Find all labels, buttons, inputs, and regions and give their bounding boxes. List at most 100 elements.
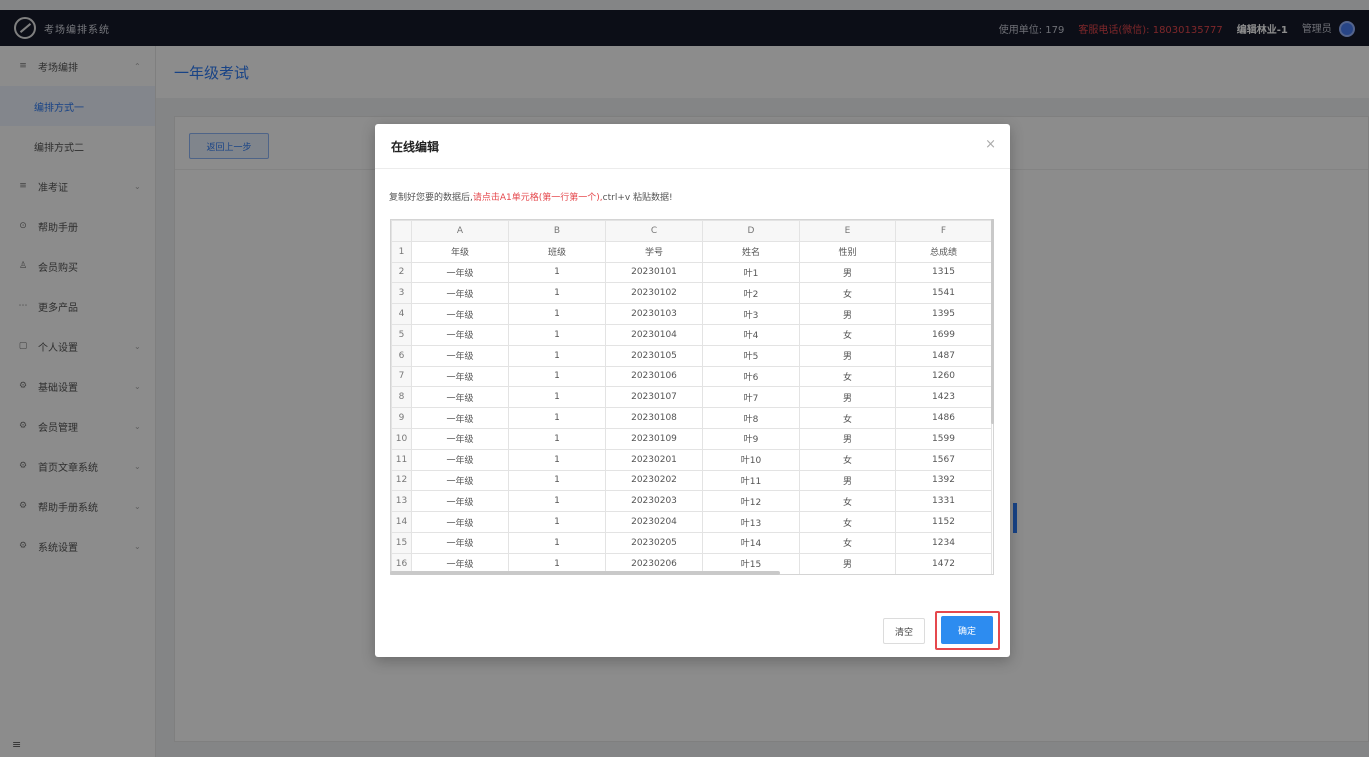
table-cell[interactable]: 1395: [895, 303, 992, 325]
table-cell[interactable]: 一年级: [411, 448, 509, 471]
table-cell[interactable]: 女: [799, 490, 896, 513]
spreadsheet[interactable]: A B C D E F 1 年级 班级 学号 姓名 性别 总成绩 2 一年级 1 20230101 叶1 男 1315…: [390, 219, 994, 575]
table-cell[interactable]: 1: [508, 531, 606, 554]
table-cell[interactable]: 20230106: [605, 365, 703, 388]
row-header[interactable]: 3: [391, 282, 412, 305]
table-cell[interactable]: 1423: [895, 386, 992, 409]
table-cell[interactable]: 1: [508, 490, 606, 513]
table-cell[interactable]: 叶13: [702, 511, 800, 533]
table-cell[interactable]: 20230109: [605, 427, 703, 450]
corner-cell[interactable]: [391, 220, 412, 242]
table-cell[interactable]: 20230204: [605, 511, 703, 533]
column-header[interactable]: B: [508, 220, 606, 242]
table-cell[interactable]: 一年级: [411, 531, 509, 554]
table-cell[interactable]: 男: [799, 469, 896, 492]
table-cell[interactable]: 1: [508, 511, 606, 533]
table-cell[interactable]: 1541: [895, 282, 992, 305]
table-cell[interactable]: 男: [799, 427, 896, 450]
table-cell[interactable]: 女: [799, 407, 896, 429]
table-cell[interactable]: 一年级: [411, 261, 509, 284]
table-cell[interactable]: 年级: [411, 240, 509, 263]
table-cell[interactable]: 1: [508, 448, 606, 471]
column-header[interactable]: A: [411, 220, 509, 242]
table-cell[interactable]: 叶12: [702, 490, 800, 513]
table-cell[interactable]: 1: [508, 282, 606, 305]
table-cell[interactable]: 总成绩: [895, 240, 992, 263]
table-cell[interactable]: 1: [508, 386, 606, 409]
table-cell[interactable]: 叶9: [702, 427, 800, 450]
row-header[interactable]: 12: [391, 469, 412, 492]
column-header[interactable]: D: [702, 220, 800, 242]
row-header[interactable]: 10: [391, 427, 412, 450]
row-header[interactable]: 7: [391, 365, 412, 388]
table-cell[interactable]: 1: [508, 365, 606, 388]
table-cell[interactable]: 男: [799, 303, 896, 325]
table-cell[interactable]: 20230201: [605, 448, 703, 471]
table-cell[interactable]: 叶5: [702, 344, 800, 367]
table-cell[interactable]: 1315: [895, 261, 992, 284]
table-cell[interactable]: 20230205: [605, 531, 703, 554]
table-cell[interactable]: 叶10: [702, 448, 800, 471]
table-cell[interactable]: 一年级: [411, 344, 509, 367]
table-cell[interactable]: 男: [799, 386, 896, 409]
table-cell[interactable]: 叶6: [702, 365, 800, 388]
table-cell[interactable]: 一年级: [411, 282, 509, 305]
row-header[interactable]: 14: [391, 511, 412, 533]
row-header[interactable]: 11: [391, 448, 412, 471]
table-cell[interactable]: 叶3: [702, 303, 800, 325]
table-cell[interactable]: 一年级: [411, 386, 509, 409]
row-header[interactable]: 8: [391, 386, 412, 409]
table-cell[interactable]: 1: [508, 323, 606, 346]
table-cell[interactable]: 1392: [895, 469, 992, 492]
table-cell[interactable]: 一年级: [411, 490, 509, 513]
table-cell[interactable]: 一年级: [411, 303, 509, 325]
table-cell[interactable]: 一年级: [411, 427, 509, 450]
table-cell[interactable]: 男: [799, 344, 896, 367]
table-cell[interactable]: 学号: [605, 240, 703, 263]
table-cell[interactable]: 女: [799, 448, 896, 471]
table-cell[interactable]: 1331: [895, 490, 992, 513]
confirm-button[interactable]: 确定: [941, 616, 993, 644]
table-cell[interactable]: 叶11: [702, 469, 800, 492]
table-cell[interactable]: 1486: [895, 407, 992, 429]
table-cell[interactable]: 女: [799, 511, 896, 533]
table-cell[interactable]: 20230203: [605, 490, 703, 513]
table-cell[interactable]: 男: [799, 261, 896, 284]
table-cell[interactable]: 姓名: [702, 240, 800, 263]
table-cell[interactable]: 一年级: [411, 323, 509, 346]
table-cell[interactable]: 1699: [895, 323, 992, 346]
table-cell[interactable]: 叶7: [702, 386, 800, 409]
row-header[interactable]: 5: [391, 323, 412, 346]
table-cell[interactable]: 1: [508, 344, 606, 367]
table-cell[interactable]: 女: [799, 365, 896, 388]
table-cell[interactable]: 1599: [895, 427, 992, 450]
table-cell[interactable]: 1487: [895, 344, 992, 367]
table-cell[interactable]: 一年级: [411, 511, 509, 533]
table-cell[interactable]: 1260: [895, 365, 992, 388]
clear-button[interactable]: 清空: [883, 618, 925, 644]
vertical-scrollbar[interactable]: [991, 219, 994, 424]
table-cell[interactable]: 20230202: [605, 469, 703, 492]
table-cell[interactable]: 1: [508, 427, 606, 450]
table-cell[interactable]: 20230107: [605, 386, 703, 409]
row-header[interactable]: 9: [391, 407, 412, 429]
column-header[interactable]: C: [605, 220, 703, 242]
table-cell[interactable]: 男: [799, 552, 896, 574]
table-cell[interactable]: 20230104: [605, 323, 703, 346]
column-header[interactable]: F: [895, 220, 992, 242]
table-cell[interactable]: 1152: [895, 511, 992, 533]
table-cell[interactable]: 1234: [895, 531, 992, 554]
table-cell[interactable]: 叶4: [702, 323, 800, 346]
table-cell[interactable]: 叶14: [702, 531, 800, 554]
row-header[interactable]: 1: [391, 240, 412, 263]
table-cell[interactable]: 女: [799, 531, 896, 554]
table-cell[interactable]: 20230108: [605, 407, 703, 429]
table-cell[interactable]: 1: [508, 261, 606, 284]
table-cell[interactable]: 20230105: [605, 344, 703, 367]
table-cell[interactable]: 班级: [508, 240, 606, 263]
horizontal-scrollbar[interactable]: [390, 571, 780, 575]
table-cell[interactable]: 叶8: [702, 407, 800, 429]
table-cell[interactable]: 1567: [895, 448, 992, 471]
table-cell[interactable]: 1472: [895, 552, 992, 574]
table-cell[interactable]: 20230103: [605, 303, 703, 325]
